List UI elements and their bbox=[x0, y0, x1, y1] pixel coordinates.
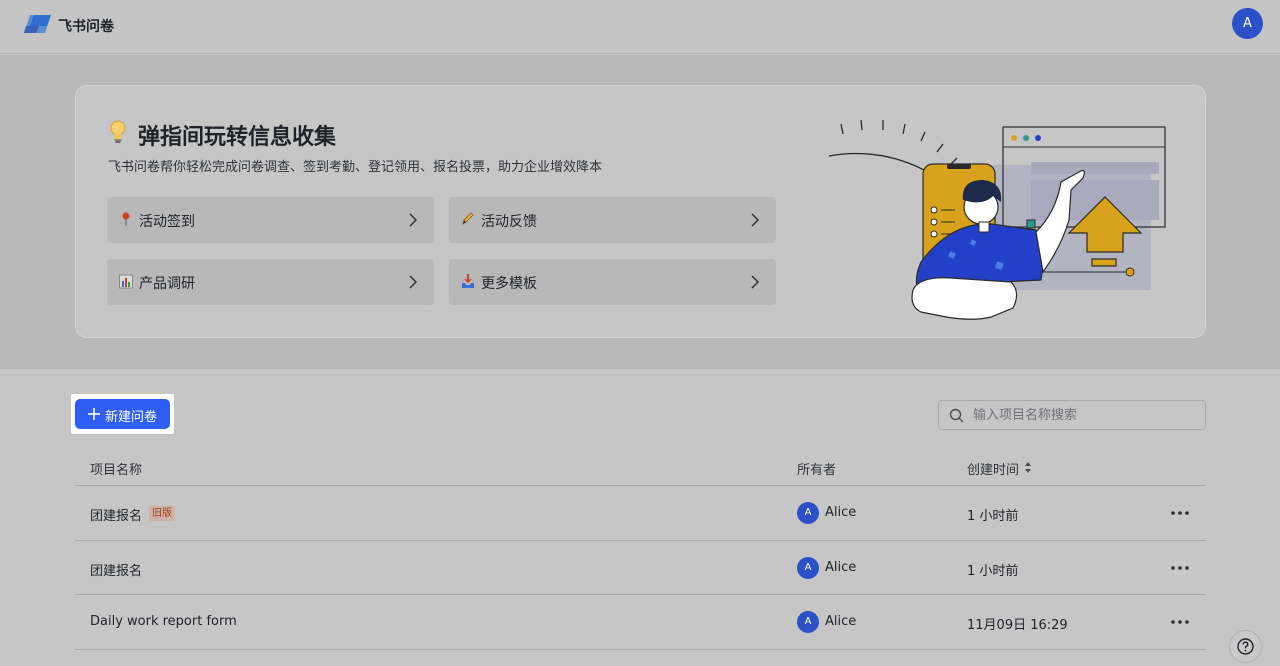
pencil-icon bbox=[462, 212, 474, 225]
project-name[interactable]: 团建报名 bbox=[90, 560, 142, 579]
template-tile-more-templates[interactable]: 更多模板 bbox=[449, 259, 776, 305]
template-tile-event-feedback[interactable]: 活动反馈 bbox=[449, 197, 776, 243]
column-header-created[interactable]: 创建时间 bbox=[967, 459, 1019, 478]
plus-icon bbox=[88, 408, 100, 420]
created-time: 11月09日 16:29 bbox=[967, 618, 1068, 633]
new-survey-button[interactable]: 新建问卷 bbox=[75, 399, 170, 429]
project-name[interactable]: 团建报名 bbox=[90, 505, 142, 524]
inbox-tray-icon bbox=[462, 274, 474, 288]
chevron-right-icon bbox=[751, 275, 760, 289]
tile-label: 更多模板 bbox=[481, 276, 537, 292]
chevron-right-icon bbox=[409, 213, 418, 227]
help-button[interactable] bbox=[1229, 630, 1262, 663]
search-input[interactable] bbox=[973, 405, 1195, 425]
top-bar: 飞书问卷 A bbox=[0, 0, 1280, 54]
owner-avatar: A bbox=[797, 611, 819, 633]
owner-name: Alice bbox=[825, 505, 857, 520]
tile-label: 活动签到 bbox=[139, 214, 195, 230]
user-avatar[interactable]: A bbox=[1232, 8, 1263, 39]
question-mark-icon bbox=[1237, 638, 1254, 655]
created-time: 1 小时前 bbox=[967, 564, 1019, 579]
banner-title: 弹指间玩转信息收集 bbox=[138, 125, 337, 150]
owner-avatar: A bbox=[797, 502, 819, 524]
more-options-icon[interactable] bbox=[1169, 561, 1191, 575]
owner-name: Alice bbox=[825, 560, 857, 575]
legacy-version-badge: 旧版 bbox=[149, 506, 175, 521]
table-row[interactable]: Daily work report form A Alice 11月09日 16… bbox=[75, 595, 1206, 649]
banner-illustration bbox=[828, 119, 1166, 320]
more-options-icon[interactable] bbox=[1169, 506, 1191, 520]
bar-chart-icon bbox=[119, 274, 133, 289]
app-title: 飞书问卷 bbox=[58, 19, 114, 35]
chevron-right-icon bbox=[409, 275, 418, 289]
table-row[interactable]: 团建报名 A Alice 1 小时前 bbox=[75, 541, 1206, 595]
sort-icon[interactable] bbox=[1024, 461, 1032, 474]
banner-card: 弹指间玩转信息收集 飞书问卷帮你轻松完成问卷调查、签到考勤、登记领用、报名投票，… bbox=[75, 85, 1206, 338]
more-options-icon[interactable] bbox=[1169, 615, 1191, 629]
search-box[interactable] bbox=[938, 400, 1206, 430]
owner-avatar: A bbox=[797, 557, 819, 579]
tile-label: 活动反馈 bbox=[481, 214, 537, 230]
created-time: 1 小时前 bbox=[967, 509, 1019, 524]
column-header-owner: 所有者 bbox=[797, 463, 837, 478]
banner-subtitle: 飞书问卷帮你轻松完成问卷调查、签到考勤、登记领用、报名投票，助力企业增效降本 bbox=[108, 160, 603, 175]
new-survey-label: 新建问卷 bbox=[105, 410, 158, 425]
table-divider bbox=[75, 649, 1206, 650]
chevron-right-icon bbox=[751, 213, 760, 227]
lightbulb-icon bbox=[110, 120, 126, 143]
banner-zone: 弹指间玩转信息收集 飞书问卷帮你轻松完成问卷调查、签到考勤、登记领用、报名投票，… bbox=[0, 55, 1280, 369]
pin-icon bbox=[122, 212, 130, 226]
template-tile-product-research[interactable]: 产品调研 bbox=[107, 259, 434, 305]
column-header-name: 项目名称 bbox=[90, 463, 143, 478]
search-icon bbox=[949, 408, 964, 423]
table-row[interactable]: 团建报名 旧版 A Alice 1 小时前 bbox=[75, 486, 1206, 540]
project-name[interactable]: Daily work report form bbox=[90, 614, 237, 629]
owner-name: Alice bbox=[825, 614, 857, 629]
tile-label: 产品调研 bbox=[139, 276, 195, 292]
template-tile-event-checkin[interactable]: 活动签到 bbox=[107, 197, 434, 243]
feishu-forms-logo-icon[interactable] bbox=[24, 12, 52, 36]
